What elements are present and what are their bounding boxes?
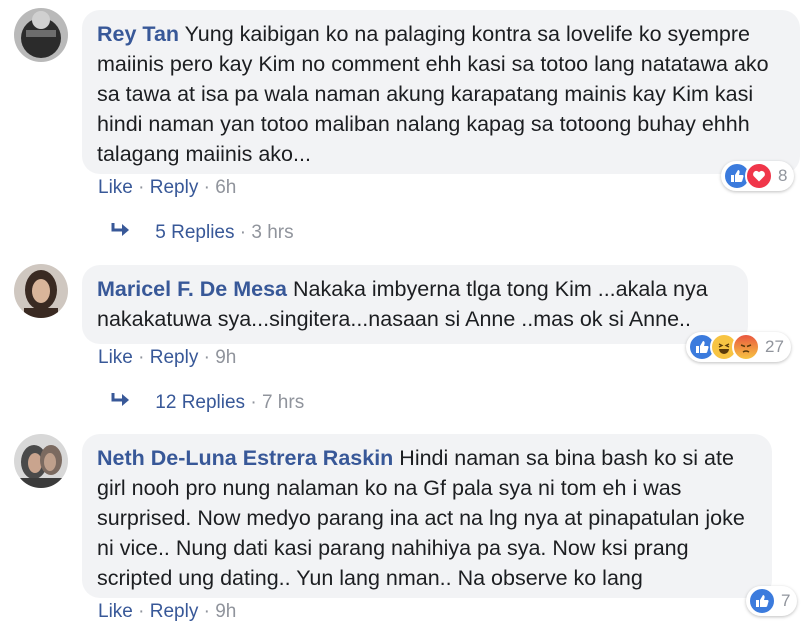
- reaction-count: 8: [778, 166, 788, 185]
- comment-author[interactable]: Maricel F. De Mesa: [97, 277, 287, 301]
- separator: ·: [203, 601, 216, 622]
- separator: ·: [138, 177, 150, 198]
- reply-arrow-icon: [110, 221, 136, 245]
- comment-author[interactable]: Neth De-Luna Estrera Raskin: [97, 446, 393, 470]
- comment-time[interactable]: 9h: [215, 601, 236, 622]
- comment-author[interactable]: Rey Tan: [97, 22, 179, 46]
- avatar[interactable]: [14, 8, 68, 62]
- reaction-count: 27: [765, 337, 784, 356]
- reaction-count: 7: [781, 591, 791, 610]
- like-link[interactable]: Like: [98, 177, 133, 198]
- reply-link[interactable]: Reply: [150, 601, 199, 622]
- comment-time[interactable]: 6h: [215, 177, 236, 198]
- view-replies[interactable]: 12 Replies · 7 hrs: [110, 391, 304, 415]
- replies-time: 7 hrs: [261, 392, 305, 414]
- replies-count[interactable]: 5 Replies: [155, 222, 234, 243]
- like-link[interactable]: Like: [98, 347, 133, 368]
- reply-link[interactable]: Reply: [150, 347, 199, 368]
- comment-bubble: Neth De-Luna Estrera Raskin Hindi naman …: [82, 434, 772, 598]
- view-replies[interactable]: 5 Replies · 3 hrs: [110, 221, 294, 245]
- separator: ·: [250, 392, 262, 414]
- comment-text: Yung kaibigan ko na palaging kontra sa l…: [97, 22, 769, 166]
- love-icon: [745, 162, 773, 190]
- separator: ·: [203, 177, 216, 198]
- reactions-summary[interactable]: 27: [686, 332, 791, 362]
- reactions-summary[interactable]: 8: [721, 161, 795, 191]
- like-icon: [748, 587, 776, 615]
- comment-actions: Like · Reply · 6h: [98, 177, 236, 199]
- comment-bubble: Rey Tan Yung kaibigan ko na palaging kon…: [82, 10, 800, 174]
- avatar[interactable]: [14, 434, 68, 488]
- separator: ·: [203, 347, 216, 368]
- replies-count[interactable]: 12 Replies: [155, 392, 245, 413]
- comment-time[interactable]: 9h: [215, 347, 236, 368]
- separator: ·: [239, 222, 252, 244]
- comment-actions: Like · Reply · 9h: [98, 601, 236, 623]
- reply-link[interactable]: Reply: [150, 177, 199, 198]
- comment-bubble: Maricel F. De Mesa Nakaka imbyerna tlga …: [82, 265, 748, 344]
- separator: ·: [138, 601, 150, 622]
- like-link[interactable]: Like: [98, 601, 133, 622]
- replies-time: 3 hrs: [251, 222, 294, 244]
- separator: ·: [138, 347, 150, 368]
- comment-actions: Like · Reply · 9h: [98, 347, 236, 369]
- avatar[interactable]: [14, 264, 68, 318]
- reply-arrow-icon: [110, 391, 136, 415]
- reactions-summary[interactable]: 7: [746, 586, 798, 616]
- angry-icon: [732, 333, 760, 361]
